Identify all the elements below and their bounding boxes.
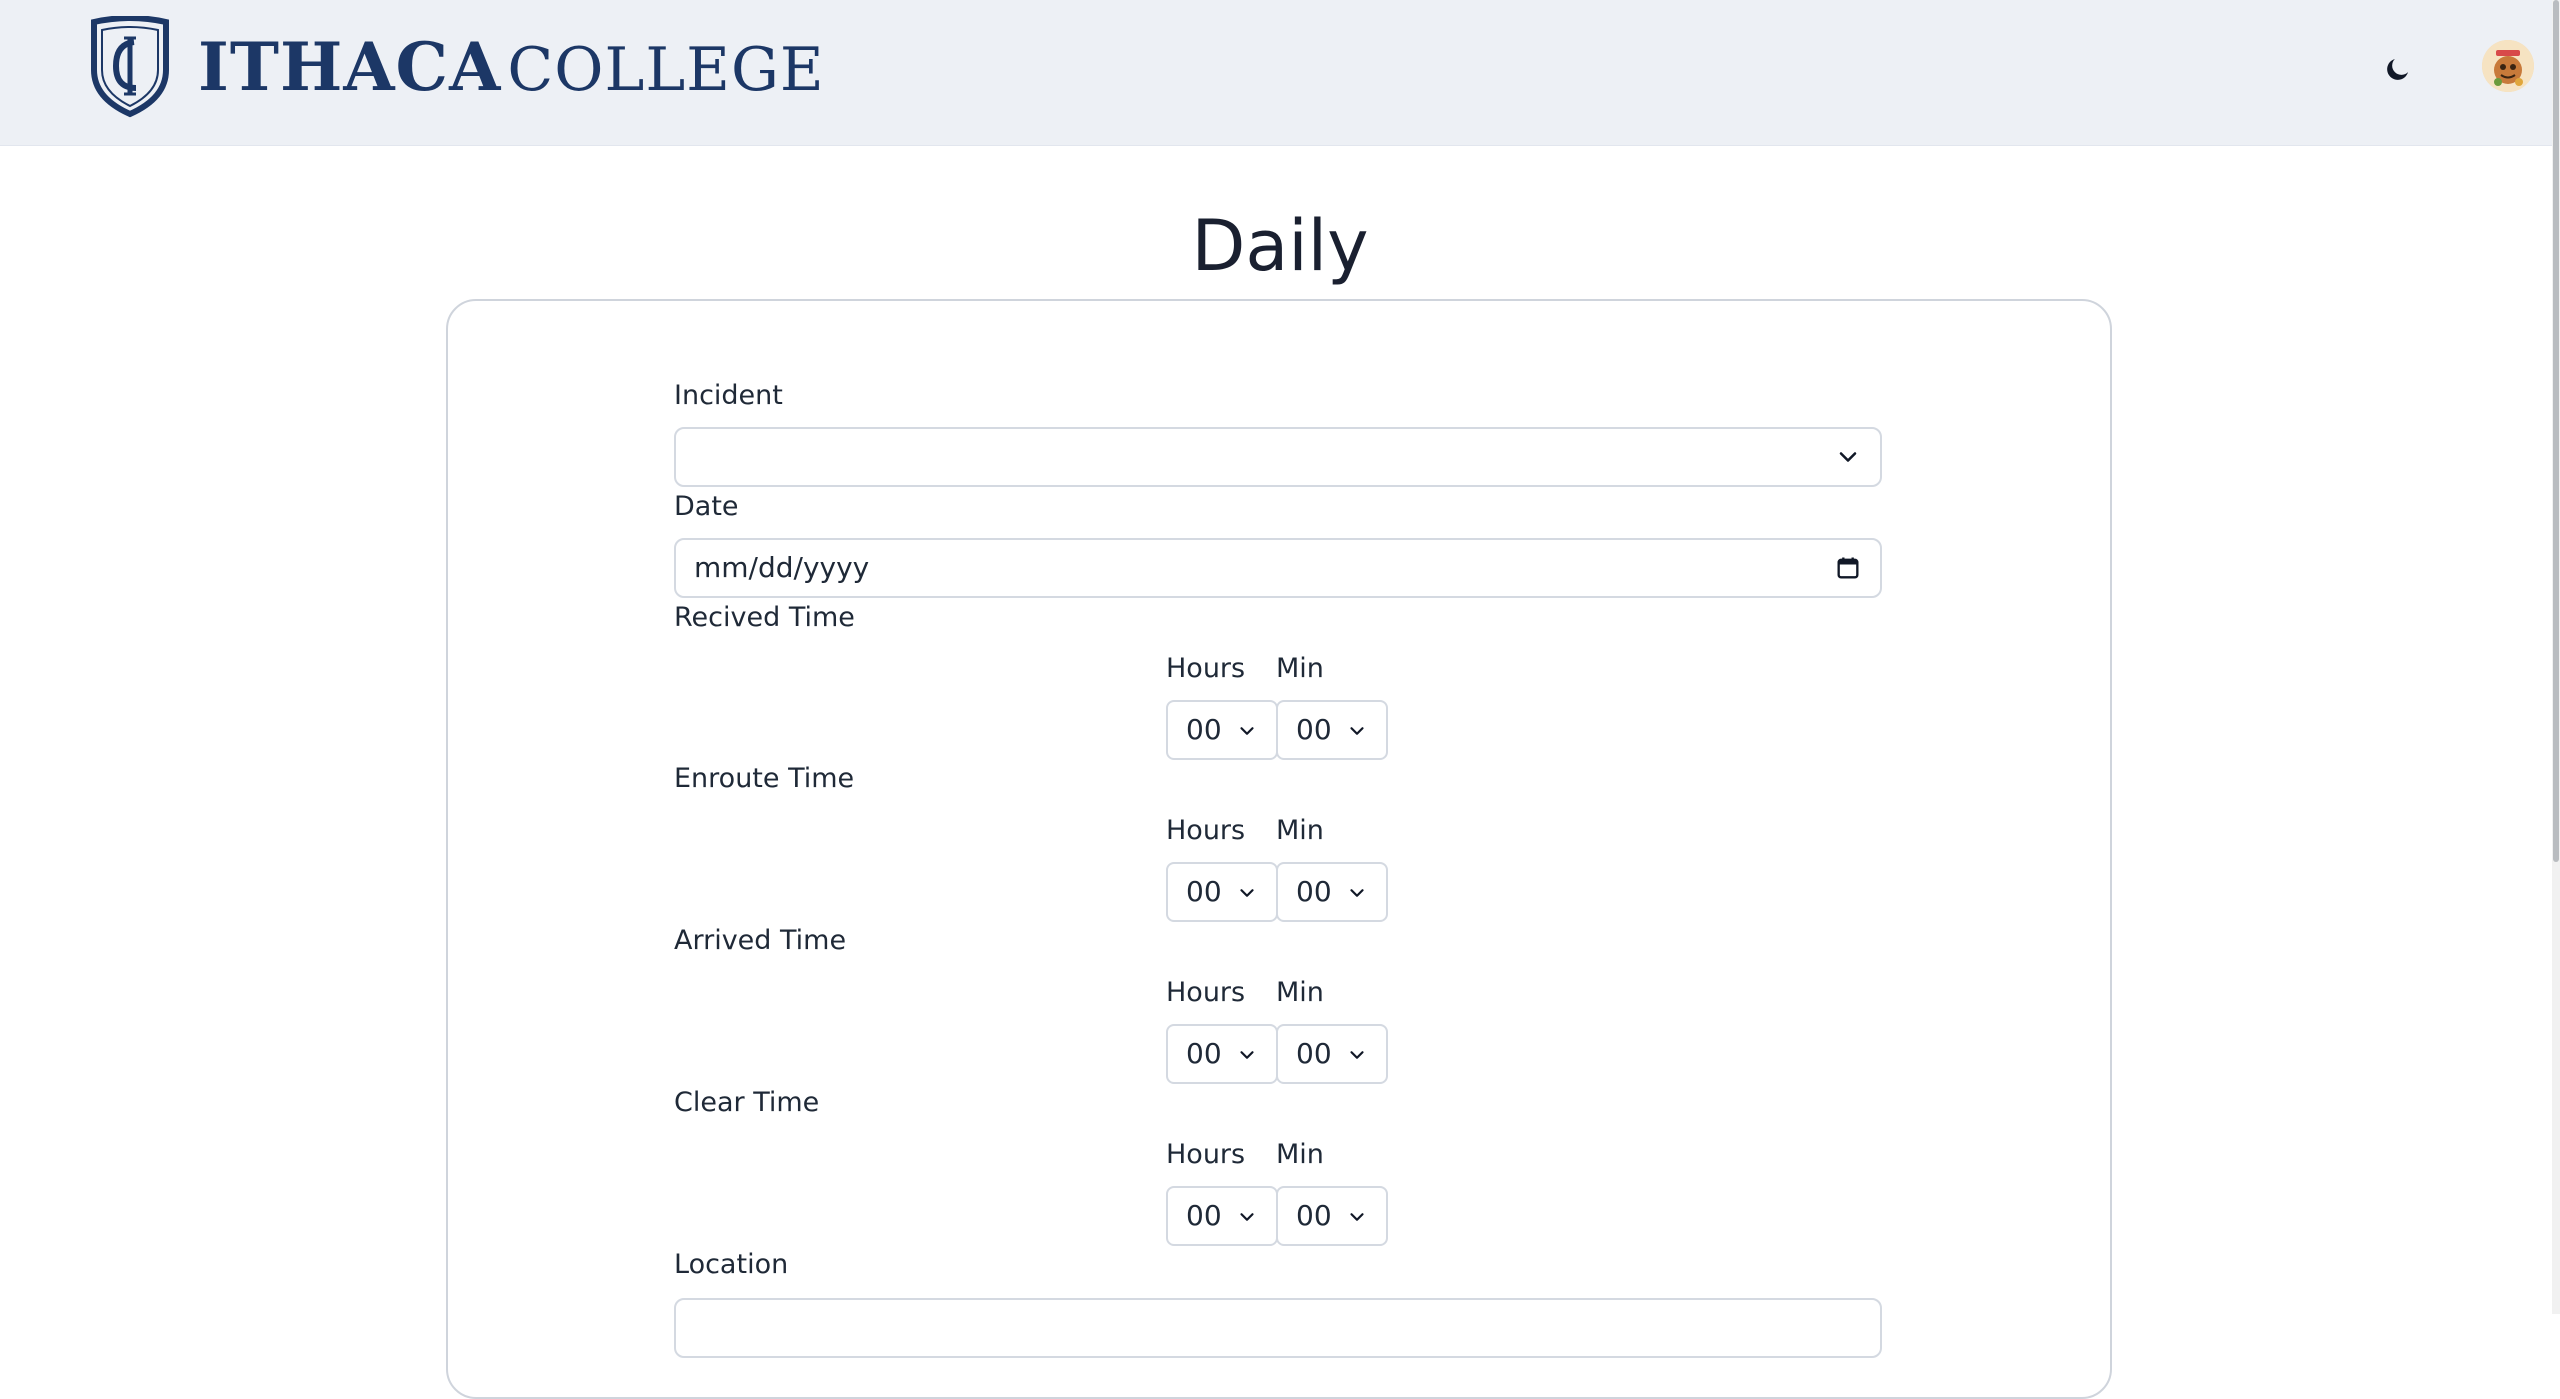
ithaca-college-logo[interactable]: ITHACA COLLEGE (88, 16, 825, 118)
enroute-hours-label: Hours (1166, 815, 1246, 846)
enroute-hours-select[interactable]: 00 (1166, 862, 1278, 922)
page-scrollbar[interactable] (2552, 0, 2560, 1314)
user-avatar-icon (2482, 40, 2534, 92)
chevron-down-icon (1350, 1213, 1364, 1221)
calendar-icon[interactable] (1834, 554, 1862, 582)
avatar[interactable] (2482, 40, 2534, 92)
received-hours-select[interactable]: 00 (1166, 700, 1278, 760)
received-min-select[interactable]: 00 (1276, 700, 1388, 760)
enroute-time-label: Enroute Time (674, 763, 855, 794)
incident-select[interactable] (674, 427, 1882, 487)
chevron-down-icon (1240, 889, 1254, 897)
clear-hours-label: Hours (1166, 1139, 1246, 1170)
chevron-down-icon (1350, 1051, 1364, 1059)
top-navbar: ITHACA COLLEGE (0, 0, 2560, 146)
arrived-hours-select[interactable]: 00 (1166, 1024, 1278, 1084)
scrollbar-thumb[interactable] (2553, 0, 2559, 862)
received-min-value: 00 (1296, 713, 1332, 746)
logo-wordmark: ITHACA COLLEGE (198, 34, 825, 100)
arrived-min-label: Min (1276, 977, 1324, 1008)
logo-text-secondary: COLLEGE (507, 35, 825, 105)
clear-hours-select[interactable]: 00 (1166, 1186, 1278, 1246)
clear-min-label: Min (1276, 1139, 1324, 1170)
arrived-min-value: 00 (1296, 1037, 1332, 1070)
location-input[interactable] (674, 1298, 1882, 1358)
date-input[interactable]: mm/dd/yyyy (674, 538, 1882, 598)
arrived-time-label: Arrived Time (674, 925, 847, 956)
shield-logo-icon (91, 16, 169, 118)
location-label: Location (674, 1249, 789, 1280)
date-label: Date (674, 491, 739, 522)
received-time-label: Recived Time (674, 602, 855, 633)
chevron-down-icon (1240, 1051, 1254, 1059)
arrived-min-select[interactable]: 00 (1276, 1024, 1388, 1084)
incident-label: Incident (674, 380, 783, 411)
enroute-min-select[interactable]: 00 (1276, 862, 1388, 922)
chevron-down-icon (1350, 889, 1364, 897)
enroute-hours-value: 00 (1186, 875, 1222, 908)
clear-hours-value: 00 (1186, 1199, 1222, 1232)
page-title: Daily (1191, 205, 1369, 287)
chevron-down-icon (1240, 727, 1254, 735)
clear-min-select[interactable]: 00 (1276, 1186, 1388, 1246)
received-min-label: Min (1276, 653, 1324, 684)
received-hours-label: Hours (1166, 653, 1246, 684)
received-hours-value: 00 (1186, 713, 1222, 746)
date-placeholder: mm/dd/yyyy (694, 551, 870, 584)
clear-min-value: 00 (1296, 1199, 1332, 1232)
arrived-hours-value: 00 (1186, 1037, 1222, 1070)
chevron-down-icon (1240, 1213, 1254, 1221)
logo-text-main: ITHACA (198, 28, 502, 106)
enroute-min-value: 00 (1296, 875, 1332, 908)
theme-toggle-button[interactable] (2374, 50, 2422, 88)
moon-icon (2387, 59, 2408, 80)
chevron-down-icon (1839, 452, 1857, 462)
clear-time-label: Clear Time (674, 1087, 820, 1118)
arrived-hours-label: Hours (1166, 977, 1246, 1008)
enroute-min-label: Min (1276, 815, 1324, 846)
chevron-down-icon (1350, 727, 1364, 735)
